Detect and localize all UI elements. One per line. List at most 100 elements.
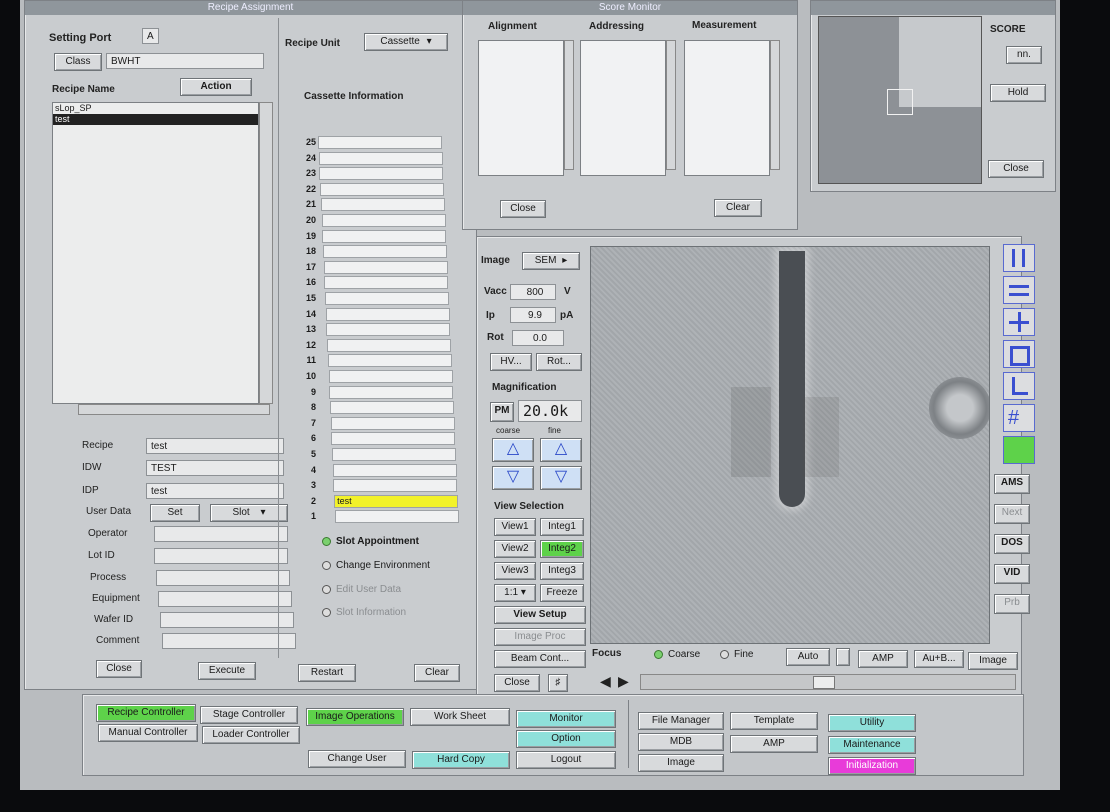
process-field[interactable] xyxy=(156,570,290,586)
box-tool[interactable] xyxy=(1003,340,1035,368)
slot-row[interactable] xyxy=(325,292,449,305)
alignment-scroll[interactable] xyxy=(564,40,574,170)
execute-button[interactable]: Execute xyxy=(198,662,256,680)
recipe-list-item[interactable]: sLop_SP xyxy=(53,103,258,114)
slot-row[interactable] xyxy=(320,183,445,196)
class-field[interactable]: BWHT xyxy=(106,53,264,69)
slot-row[interactable] xyxy=(323,261,448,274)
action-button[interactable]: Action xyxy=(180,78,252,96)
recipe-field[interactable]: test xyxy=(146,438,284,454)
image-operations-button[interactable]: Image Operations xyxy=(306,708,404,726)
amp-button[interactable]: AMP xyxy=(858,650,908,668)
ratio-select[interactable]: 1:1 ▾ xyxy=(494,584,536,602)
view-setup-button[interactable]: View Setup xyxy=(494,606,586,624)
equipment-field[interactable] xyxy=(158,591,292,607)
image-db-button[interactable]: Image xyxy=(638,754,724,772)
template-button[interactable]: Template xyxy=(730,712,818,730)
set-button[interactable]: Set xyxy=(150,504,200,522)
stage-controller-button[interactable]: Stage Controller xyxy=(200,706,298,724)
idp-field[interactable]: test xyxy=(146,483,284,499)
view3-button[interactable]: View3 xyxy=(494,562,536,580)
logout-button[interactable]: Logout xyxy=(516,751,616,769)
hv-button[interactable]: HV... xyxy=(490,353,532,371)
radio-slot-information[interactable]: Slot Information xyxy=(322,607,406,618)
template-close-button[interactable]: Close xyxy=(988,160,1044,178)
dos-button[interactable]: DOS xyxy=(994,534,1030,554)
pm-button[interactable]: PM xyxy=(490,402,514,422)
slot-select[interactable]: Slot ▾ xyxy=(210,504,288,522)
slot-row[interactable] xyxy=(333,479,458,492)
loader-controller-button[interactable]: Loader Controller xyxy=(202,726,300,744)
amp-db-button[interactable]: AMP xyxy=(730,735,818,753)
arrow-right-icon[interactable]: ▶ xyxy=(618,673,629,690)
pin-button[interactable]: ♯ xyxy=(548,674,568,692)
prb-button[interactable]: Prb xyxy=(994,594,1030,614)
slot-row[interactable] xyxy=(332,464,457,477)
slot-row[interactable] xyxy=(332,448,456,461)
recipe-list-hscroll[interactable] xyxy=(78,404,270,415)
manual-controller-button[interactable]: Manual Controller xyxy=(98,724,198,742)
slot-row[interactable] xyxy=(325,308,450,321)
radio-coarse[interactable]: Coarse xyxy=(654,649,700,660)
close-button[interactable]: Close xyxy=(96,660,142,678)
cross-tool[interactable] xyxy=(1003,308,1035,336)
hold-button[interactable]: Hold xyxy=(990,84,1046,102)
idw-field[interactable]: TEST xyxy=(146,460,284,476)
slot-row[interactable] xyxy=(328,370,453,383)
restart-button[interactable]: Restart xyxy=(298,664,356,682)
slot-row[interactable] xyxy=(334,510,459,523)
monitor-button[interactable]: Monitor xyxy=(516,710,616,728)
fine-up-button[interactable]: △ xyxy=(540,438,582,462)
file-manager-button[interactable]: File Manager xyxy=(638,712,724,730)
fine-down-button[interactable]: ▽ xyxy=(540,466,582,490)
slot-row[interactable] xyxy=(322,245,447,258)
initialization-button[interactable]: Initialization xyxy=(828,757,916,775)
active-green-tool[interactable] xyxy=(1003,436,1035,464)
focus-slider-thumb[interactable] xyxy=(813,676,835,689)
view1-button[interactable]: View1 xyxy=(494,518,536,536)
slot-row[interactable] xyxy=(326,323,451,336)
change-user-button[interactable]: Change User xyxy=(308,750,406,768)
slot-row[interactable] xyxy=(327,339,452,352)
vacc-field[interactable]: 800 xyxy=(510,284,556,300)
radio-fine[interactable]: Fine xyxy=(720,649,753,660)
slot-row[interactable] xyxy=(318,136,442,149)
rot-field[interactable]: 0.0 xyxy=(512,330,564,346)
next-button[interactable]: Next xyxy=(994,504,1030,524)
slot-row[interactable] xyxy=(322,230,447,243)
horizontal-lines-tool[interactable] xyxy=(1003,276,1035,304)
integ2-button[interactable]: Integ2 xyxy=(540,540,584,558)
slot-row[interactable] xyxy=(324,276,449,289)
slot-row[interactable] xyxy=(330,417,455,430)
slot-row[interactable] xyxy=(319,167,444,180)
magnification-field[interactable]: 20.0k xyxy=(518,400,582,422)
mdb-button[interactable]: MDB xyxy=(638,733,724,751)
slot-row[interactable] xyxy=(327,354,452,367)
operator-field[interactable] xyxy=(154,526,288,542)
score-close-button[interactable]: Close xyxy=(500,200,546,218)
vid-button[interactable]: VID xyxy=(994,564,1030,584)
freeze-button[interactable]: Freeze xyxy=(540,584,584,602)
vertical-lines-tool[interactable] xyxy=(1003,244,1035,272)
auto-toggle[interactable] xyxy=(836,648,850,666)
radio-slot-appointment[interactable]: Slot Appointment xyxy=(322,536,419,547)
image-close-button[interactable]: Close xyxy=(494,674,540,692)
auto-button[interactable]: Auto xyxy=(786,648,830,666)
beam-cont-button[interactable]: Beam Cont... xyxy=(494,650,586,668)
view2-button[interactable]: View2 xyxy=(494,540,536,558)
addressing-scroll[interactable] xyxy=(666,40,676,170)
recipe-list-item-selected[interactable]: test xyxy=(53,114,258,125)
image-proc-button[interactable]: Image Proc xyxy=(494,628,586,646)
utility-button[interactable]: Utility xyxy=(828,714,916,732)
integ1-button[interactable]: Integ1 xyxy=(540,518,584,536)
recipe-controller-button[interactable]: Recipe Controller xyxy=(96,704,196,722)
rot-button[interactable]: Rot... xyxy=(536,353,582,371)
slot-row[interactable] xyxy=(329,401,454,414)
class-button[interactable]: Class xyxy=(54,53,102,71)
clear-button[interactable]: Clear xyxy=(414,664,460,682)
radio-change-environment[interactable]: Change Environment xyxy=(322,560,430,571)
integ3-button[interactable]: Integ3 xyxy=(540,562,584,580)
maintenance-button[interactable]: Maintenance xyxy=(828,736,916,754)
image-button[interactable]: Image xyxy=(968,652,1018,670)
wafer-id-field[interactable] xyxy=(160,612,294,628)
